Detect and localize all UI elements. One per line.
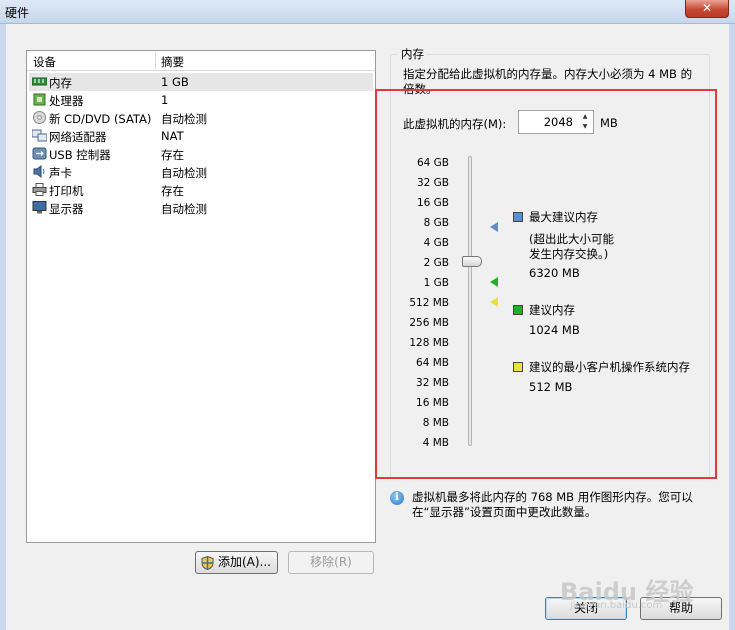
info-icon: i bbox=[390, 491, 404, 505]
network-adapter-icon bbox=[32, 129, 47, 142]
display-icon bbox=[32, 201, 47, 214]
minimum-legend-value: 512 MB bbox=[529, 380, 573, 394]
memory-icon bbox=[32, 77, 47, 86]
device-row-usb-controller[interactable]: USB 控制器 存在 bbox=[29, 145, 373, 163]
max-legend-note-2: 发生内存交换。) bbox=[529, 247, 609, 261]
device-row-printer[interactable]: 打印机 存在 bbox=[29, 181, 373, 199]
device-name: 网络适配器 bbox=[49, 130, 107, 144]
device-summary: 自动检测 bbox=[161, 202, 207, 216]
spin-up-arrow-icon[interactable]: ▲ bbox=[578, 112, 592, 122]
slider-tick-label: 64 GB bbox=[416, 157, 449, 169]
memory-size-spinbox[interactable]: 2048 ▲ ▼ bbox=[518, 110, 594, 134]
slider-tick-label: 16 MB bbox=[416, 397, 449, 409]
device-row-network-adapter[interactable]: 网络适配器 NAT bbox=[29, 127, 373, 145]
slider-tick-label: 1 GB bbox=[423, 277, 449, 289]
add-device-button[interactable]: 添加(A)... bbox=[195, 551, 278, 574]
device-row-memory[interactable]: 内存 1 GB bbox=[29, 73, 373, 91]
slider-tick-label: 2 GB bbox=[423, 257, 449, 269]
device-name: 新 CD/DVD (SATA) bbox=[49, 112, 152, 126]
device-summary: NAT bbox=[161, 129, 184, 143]
column-separator[interactable] bbox=[155, 52, 156, 69]
device-name: 显示器 bbox=[49, 202, 84, 216]
baidu-watermark-url: jingyan.baidu.com bbox=[570, 600, 663, 611]
device-summary: 自动检测 bbox=[161, 166, 207, 180]
device-row-display[interactable]: 显示器 自动检测 bbox=[29, 199, 373, 217]
device-row-processor[interactable]: 处理器 1 bbox=[29, 91, 373, 109]
max-legend-swatch bbox=[513, 212, 523, 222]
memory-group-title: 内存 bbox=[398, 46, 427, 62]
memory-size-value[interactable]: 2048 bbox=[544, 115, 573, 129]
device-summary: 存在 bbox=[161, 148, 184, 162]
slider-tick-label: 256 MB bbox=[409, 317, 449, 329]
usb-icon bbox=[32, 147, 47, 160]
slider-tick-label: 4 GB bbox=[423, 237, 449, 249]
recommended-legend-value: 1024 MB bbox=[529, 323, 580, 337]
slider-tick-label: 64 MB bbox=[416, 357, 449, 369]
slider-tick-label: 32 GB bbox=[416, 177, 449, 189]
device-summary: 自动检测 bbox=[161, 112, 207, 126]
device-summary: 1 bbox=[161, 93, 169, 107]
device-summary: 存在 bbox=[161, 184, 184, 198]
device-list-header: 设备 摘要 bbox=[27, 51, 375, 71]
minimum-legend-title: 建议的最小客户机操作系统内存 bbox=[529, 360, 690, 374]
max-legend-title: 最大建议内存 bbox=[529, 210, 598, 224]
slider-tick-label: 512 MB bbox=[409, 297, 449, 309]
device-row-sound-card[interactable]: 声卡 自动检测 bbox=[29, 163, 373, 181]
slider-tick-label: 16 GB bbox=[416, 197, 449, 209]
recommended-marker bbox=[490, 277, 498, 287]
recommended-legend-title: 建议内存 bbox=[529, 303, 575, 317]
device-name: 打印机 bbox=[49, 184, 84, 198]
device-row-cd-dvd[interactable]: 新 CD/DVD (SATA) 自动检测 bbox=[29, 109, 373, 127]
remove-device-button[interactable]: 移除(R) bbox=[288, 551, 374, 574]
window-title: 硬件 bbox=[5, 6, 30, 20]
column-header-summary[interactable]: 摘要 bbox=[161, 54, 184, 70]
slider-tick-label: 4 MB bbox=[422, 437, 449, 449]
memory-slider-track[interactable] bbox=[468, 156, 472, 446]
column-header-device[interactable]: 设备 bbox=[33, 54, 56, 70]
max-legend-value: 6320 MB bbox=[529, 266, 580, 280]
shield-icon bbox=[201, 556, 214, 570]
device-list: 设备 摘要 内存 1 GB 处理器 1 新 CD/DVD (SATA) 自动检测… bbox=[26, 50, 376, 543]
max-legend-note-1: (超出此大小可能 bbox=[529, 232, 614, 246]
graphics-memory-info: 虚拟机最多将此内存的 768 MB 用作图形内存。您可以在“显示器”设置页面中更… bbox=[412, 490, 693, 519]
printer-icon bbox=[32, 183, 47, 196]
device-name: 内存 bbox=[49, 76, 72, 90]
recommended-legend-swatch bbox=[513, 305, 523, 315]
memory-size-label: 此虚拟机的内存(M): bbox=[403, 117, 507, 131]
processor-icon bbox=[33, 93, 46, 106]
device-summary: 1 GB bbox=[161, 75, 189, 89]
device-name: USB 控制器 bbox=[49, 148, 111, 162]
spin-down-arrow-icon[interactable]: ▼ bbox=[578, 122, 592, 132]
slider-tick-label: 8 GB bbox=[423, 217, 449, 229]
device-name: 声卡 bbox=[49, 166, 72, 180]
slider-tick-label: 128 MB bbox=[409, 337, 449, 349]
close-window-button[interactable]: ✕ bbox=[685, 0, 729, 18]
slider-tick-label: 8 MB bbox=[422, 417, 449, 429]
spin-buttons: ▲ ▼ bbox=[578, 112, 592, 132]
title-bar: 硬件 ✕ bbox=[0, 0, 735, 24]
memory-slider-thumb[interactable] bbox=[462, 256, 482, 267]
max-recommended-marker bbox=[490, 222, 498, 232]
slider-tick-label: 32 MB bbox=[416, 377, 449, 389]
memory-unit-label: MB bbox=[600, 116, 618, 130]
minimum-marker bbox=[490, 297, 498, 307]
add-button-label: 添加(A)... bbox=[217, 555, 272, 569]
device-name: 处理器 bbox=[49, 94, 84, 108]
cd-dvd-icon bbox=[33, 111, 46, 124]
minimum-legend-swatch bbox=[513, 362, 523, 372]
sound-card-icon bbox=[33, 165, 45, 178]
